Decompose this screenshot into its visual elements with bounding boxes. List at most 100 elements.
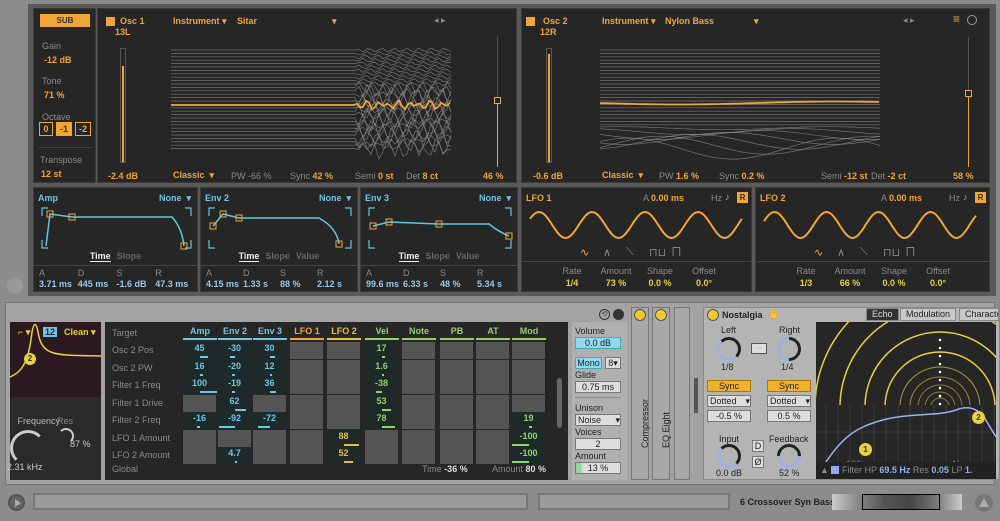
circle-icon[interactable] xyxy=(967,15,977,25)
shape-square-icon[interactable]: ⊓⊔ xyxy=(883,246,900,259)
osc2-pan[interactable]: 12R xyxy=(540,27,557,37)
matrix-cell[interactable] xyxy=(476,377,509,394)
matrix-cell[interactable] xyxy=(327,342,360,359)
transpose-value[interactable]: 12 st xyxy=(41,169,62,179)
matrix-cell[interactable]: 45 xyxy=(183,342,216,359)
matrix-column-amp[interactable]: Amp xyxy=(183,326,217,340)
filter-node-handle[interactable]: 2 xyxy=(24,353,36,365)
retrigger-button[interactable]: R xyxy=(737,192,748,203)
envelope-target-dropdown[interactable]: None ▾ xyxy=(319,193,351,204)
matrix-cell[interactable]: 30 xyxy=(253,342,286,359)
global-time[interactable]: -36 % xyxy=(444,464,468,474)
matrix-cell[interactable] xyxy=(327,377,360,394)
sub-tone[interactable]: 71 % xyxy=(44,90,65,100)
compressor-power-button[interactable] xyxy=(634,309,646,321)
right-mode-dropdown[interactable]: Dotted ▾ xyxy=(767,395,811,407)
left-sync-button[interactable]: Sync xyxy=(707,380,751,392)
matrix-row-target[interactable]: LFO 1 Amount xyxy=(112,433,170,443)
voices-value[interactable]: 2 xyxy=(575,438,621,450)
collapsed-device[interactable] xyxy=(674,307,690,480)
osc2-enable-toggle[interactable] xyxy=(526,17,535,26)
osc1-position-slider[interactable] xyxy=(494,37,501,167)
matrix-cell[interactable] xyxy=(476,447,509,464)
retrigger-button[interactable]: R xyxy=(975,192,986,203)
lp-value[interactable]: 1. xyxy=(965,465,973,475)
osc2-position-slider[interactable] xyxy=(965,37,972,167)
matrix-cell[interactable] xyxy=(440,342,473,359)
octave-minus2-button[interactable]: -2 xyxy=(75,122,91,136)
matrix-cell[interactable]: -19 xyxy=(218,377,251,394)
right-sync-button[interactable]: Sync xyxy=(767,380,811,392)
envelope-a-value[interactable]: 99.6 ms xyxy=(366,279,399,289)
matrix-cell[interactable] xyxy=(476,429,509,447)
envelope-d-value[interactable]: 445 ms xyxy=(78,279,109,289)
osc1-category-dropdown[interactable]: Instrument ▾ xyxy=(173,16,227,27)
matrix-cell[interactable] xyxy=(290,394,323,412)
osc2-wavetable-dropdown[interactable]: Nylon Bass ▾ xyxy=(665,16,759,27)
matrix-cell[interactable] xyxy=(290,447,323,464)
osc1-position[interactable]: 46 % xyxy=(483,171,504,181)
sub-gain[interactable]: -12 dB xyxy=(44,55,72,65)
tab-time[interactable]: Time xyxy=(398,251,420,262)
tab-slope[interactable]: Slope xyxy=(117,251,142,261)
tab-time[interactable]: Time xyxy=(238,251,260,262)
osc1-pan[interactable]: 13L xyxy=(115,27,131,37)
global-amount[interactable]: 80 % xyxy=(526,464,547,474)
envelope-a-value[interactable]: 4.15 ms xyxy=(206,279,239,289)
tab-echo[interactable]: Echo xyxy=(866,308,899,321)
tab-time[interactable]: Time xyxy=(89,251,111,262)
shape-saw-icon[interactable]: ⟍ xyxy=(626,246,634,259)
matrix-row-target[interactable]: Osc 2 PW xyxy=(112,363,153,373)
shape-triangle-icon[interactable]: ∧ xyxy=(603,246,611,259)
envelope-graph[interactable] xyxy=(368,207,513,249)
osc2-position[interactable]: 58 % xyxy=(953,171,974,181)
shape-square-icon[interactable]: ⊓⊔ xyxy=(649,246,666,259)
matrix-scrollbar[interactable] xyxy=(557,378,562,428)
matrix-column-mod[interactable]: Mod xyxy=(512,326,546,340)
osc2-sync[interactable]: 0.2 % xyxy=(742,171,765,181)
menu-icon[interactable]: ≡ xyxy=(953,12,960,26)
osc2-semi[interactable]: -12 st xyxy=(844,171,868,181)
glide-value[interactable]: 0.75 ms xyxy=(575,381,621,393)
osc2-mode-dropdown[interactable]: Classic ▾ xyxy=(602,170,643,181)
link-toggle[interactable]: ⊸ xyxy=(751,343,767,354)
eq-eight-device[interactable] xyxy=(652,307,670,480)
matrix-cell[interactable] xyxy=(218,429,251,447)
matrix-cell[interactable]: -100 xyxy=(512,429,545,447)
sub-toggle[interactable]: SUB xyxy=(40,14,90,27)
matrix-cell[interactable] xyxy=(402,412,435,429)
osc1-gain-slider[interactable] xyxy=(120,48,126,163)
filter-slope[interactable]: 12 xyxy=(43,327,58,337)
matrix-column-note[interactable]: Note xyxy=(402,326,436,340)
input-value[interactable]: 0.0 dB xyxy=(716,468,742,478)
note-sync-icon[interactable]: ♪ xyxy=(963,192,968,202)
matrix-cell[interactable] xyxy=(253,447,286,464)
matrix-cell[interactable] xyxy=(440,429,473,447)
osc2-det[interactable]: -2 ct xyxy=(888,171,907,181)
left-mode-dropdown[interactable]: Dotted ▾ xyxy=(707,395,751,407)
matrix-cell[interactable] xyxy=(290,359,323,377)
frequency-knob[interactable] xyxy=(10,430,46,466)
matrix-cell[interactable] xyxy=(512,394,545,412)
matrix-cell[interactable] xyxy=(512,377,545,394)
matrix-cell[interactable] xyxy=(327,412,360,429)
matrix-cell[interactable] xyxy=(402,429,435,447)
matrix-cell[interactable] xyxy=(253,429,286,447)
matrix-cell[interactable] xyxy=(365,447,398,464)
save-preset-icon[interactable] xyxy=(613,309,624,320)
lfo-shape-value[interactable]: 0.0 % xyxy=(874,278,914,288)
matrix-column-env-2[interactable]: Env 2 xyxy=(218,326,252,340)
matrix-cell[interactable]: 36 xyxy=(253,377,286,394)
feedback-value[interactable]: 52 % xyxy=(779,468,800,478)
shape-random-icon[interactable]: ⨅ xyxy=(672,246,681,259)
tab-value[interactable]: Value xyxy=(296,251,320,261)
matrix-cell[interactable] xyxy=(476,412,509,429)
matrix-cell[interactable]: -100 xyxy=(512,447,545,464)
envelope-r-value[interactable]: 2.12 s xyxy=(317,279,342,289)
lfo-amount-value[interactable]: 73 % xyxy=(596,278,636,288)
hp-value[interactable]: 69.5 Hz xyxy=(879,465,910,475)
osc1-gain[interactable]: -2.4 dB xyxy=(108,171,138,181)
osc1-sync[interactable]: 42 % xyxy=(313,171,334,181)
matrix-cell[interactable]: -92 xyxy=(218,412,251,429)
echo-visualizer[interactable]: 100 1k 1 2 ▲ Filter HP 69.5 Hz Res 0.05 … xyxy=(816,322,996,479)
